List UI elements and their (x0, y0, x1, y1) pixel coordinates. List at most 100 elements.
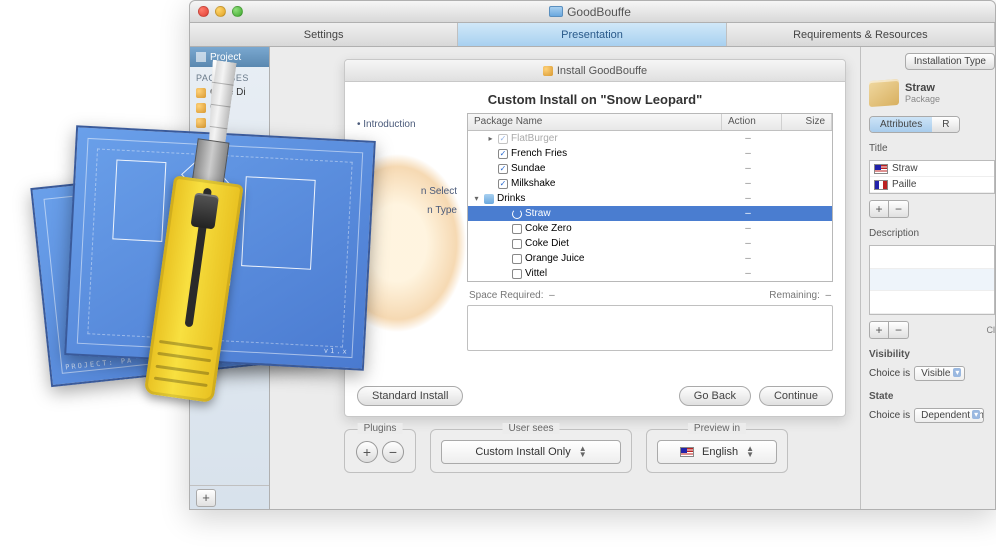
checkbox[interactable] (512, 269, 522, 279)
add-package-button[interactable]: + (196, 489, 216, 507)
checkbox[interactable] (498, 179, 508, 189)
installer-heading: Custom Install on "Snow Leopard" (345, 82, 845, 113)
table-row[interactable]: Coke Diet– (468, 236, 832, 251)
preview-label: Preview in (688, 423, 746, 434)
visibility-select[interactable]: Visible (914, 366, 965, 381)
col-size[interactable]: Size (782, 114, 832, 130)
titlebar: GoodBouffe (190, 1, 995, 23)
table-row[interactable]: Orange Juice– (468, 251, 832, 266)
main-tabs: Settings Presentation Requirements & Res… (190, 23, 995, 47)
add-description-button[interactable]: + (869, 321, 889, 339)
table-row[interactable]: Milkshake – (468, 176, 832, 191)
package-table: Package Name Action Size ▸FlatBurger–Fre… (467, 113, 833, 282)
inspector: Installation Type Straw Package Attribut… (860, 47, 995, 509)
checkbox[interactable] (512, 239, 522, 249)
desc-add-remove: + − (869, 321, 909, 339)
table-row[interactable]: ▸FlatBurger– (468, 131, 832, 146)
tab-settings[interactable]: Settings (190, 23, 458, 46)
inspector-tabs: Attributes R (869, 116, 960, 133)
us-flag-icon (680, 447, 694, 457)
stepper-arrows-icon: ▲▼ (579, 446, 587, 458)
group-icon (484, 194, 494, 204)
sidebar-header[interactable]: Project (190, 47, 269, 67)
row-label: FlatBurger (511, 133, 558, 144)
checkbox[interactable] (498, 149, 508, 159)
zoom-window-button[interactable] (232, 6, 243, 17)
state-label: State (869, 391, 995, 402)
row-label: French Fries (511, 148, 567, 159)
remove-title-button[interactable]: − (889, 200, 909, 218)
add-plugin-button[interactable]: + (356, 441, 378, 463)
col-name[interactable]: Package Name (468, 114, 722, 130)
user-sees-select[interactable]: Custom Install Only ▲▼ (441, 440, 621, 464)
col-action[interactable]: Action (722, 114, 782, 130)
continue-button[interactable]: Continue (759, 386, 833, 406)
minimize-window-button[interactable] (215, 6, 226, 17)
state-choice-label: Choice is (869, 410, 910, 421)
traffic-lights (198, 6, 243, 17)
title-list: Straw Paille (869, 160, 995, 194)
disclosure-triangle-icon[interactable]: ▸ (486, 134, 495, 143)
tab-presentation[interactable]: Presentation (458, 23, 726, 46)
preview-language-select[interactable]: English ▲▼ (657, 440, 777, 464)
spinner-icon (512, 209, 522, 219)
plugins-group: Plugins + − (344, 429, 416, 473)
installer-titlebar: Install GoodBouffe (345, 60, 845, 82)
row-action: – (718, 268, 778, 279)
sidebar-footer: + (190, 485, 269, 509)
visibility-choice-label: Choice is (869, 368, 910, 379)
add-title-button[interactable]: + (869, 200, 889, 218)
table-row[interactable]: Coke Zero– (468, 221, 832, 236)
checkbox[interactable] (498, 134, 508, 144)
row-label: Vittel (525, 268, 547, 279)
sidebar-item[interactable]: Coke Di (190, 85, 269, 100)
sidebar-item[interactable]: Fre (190, 130, 269, 145)
title-row[interactable]: Paille (870, 177, 994, 193)
r-tab[interactable]: R (932, 117, 959, 132)
package-icon (196, 103, 206, 113)
row-label: Milkshake (511, 178, 555, 189)
step-introduction: • Introduction (357, 119, 457, 130)
installer-preview: Install GoodBouffe Custom Install on "Sn… (344, 59, 846, 417)
tab-requirements[interactable]: Requirements & Resources (727, 23, 995, 46)
us-flag-icon (874, 164, 888, 174)
package-icon (196, 118, 206, 128)
state-select[interactable]: Dependent on Oth (914, 408, 984, 423)
go-back-button[interactable]: Go Back (679, 386, 751, 406)
sidebar-item[interactable]: Flat (190, 115, 269, 130)
table-row[interactable]: Straw– (468, 206, 832, 221)
attributes-tab[interactable]: Attributes (870, 117, 932, 132)
row-action: – (718, 208, 778, 219)
standard-install-button[interactable]: Standard Install (357, 386, 463, 406)
folder-icon (549, 6, 563, 17)
checkbox[interactable] (512, 254, 522, 264)
installation-type-button[interactable]: Installation Type (905, 53, 995, 70)
checkbox[interactable] (512, 224, 522, 234)
checkbox[interactable] (498, 164, 508, 174)
package-icon (196, 133, 206, 143)
table-row[interactable]: French Fries – (468, 146, 832, 161)
title-row[interactable]: Straw (870, 161, 994, 177)
row-action: – (718, 148, 778, 159)
user-sees-label: User sees (502, 423, 559, 434)
remove-description-button[interactable]: − (889, 321, 909, 339)
table-row[interactable]: Sundae– (468, 161, 832, 176)
row-action: – (718, 178, 778, 189)
sidebar-section-label: PACKAGES (190, 67, 269, 85)
description-table[interactable] (869, 245, 995, 315)
bottom-controls: Plugins + − User sees Custom Install Onl… (344, 429, 846, 473)
table-row[interactable]: ▾Drinks– (468, 191, 832, 206)
row-label: Coke Diet (525, 238, 569, 249)
close-window-button[interactable] (198, 6, 209, 17)
sidebar-header-label: Project (210, 52, 241, 63)
step-type: n Type (357, 205, 457, 216)
project-icon (196, 52, 206, 62)
clear-link[interactable]: Cl (987, 325, 996, 335)
table-row[interactable]: Vittel – (468, 266, 832, 281)
visibility-label: Visibility (869, 349, 995, 360)
disclosure-triangle-icon[interactable]: ▾ (472, 194, 481, 203)
row-action: – (718, 193, 778, 204)
remove-plugin-button[interactable]: − (382, 441, 404, 463)
user-sees-group: User sees Custom Install Only ▲▼ (430, 429, 632, 473)
sidebar-item[interactable]: Cok (190, 100, 269, 115)
